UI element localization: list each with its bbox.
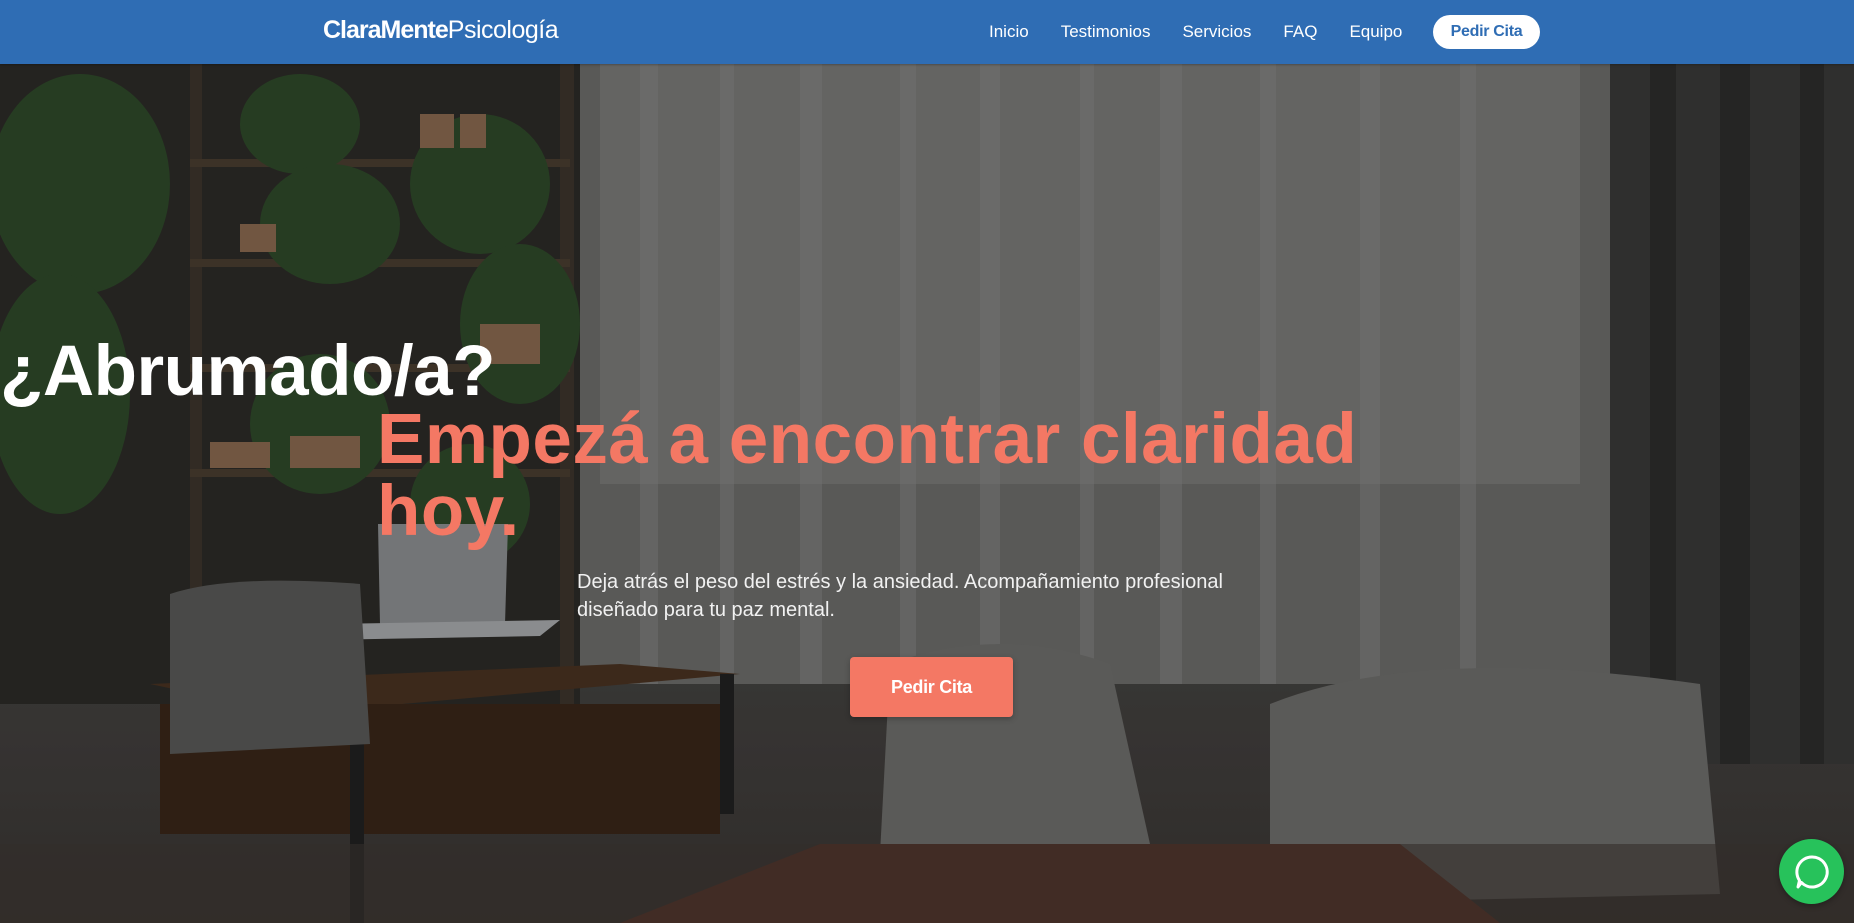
hero-section: ¿Abrumado/a? Empezá a encontrar claridad… [0,64,1854,923]
nav-link-faq[interactable]: FAQ [1283,20,1317,44]
hero-headline-accent: Empezá a encontrar claridad hoy. [377,400,1358,551]
whatsapp-chat-button[interactable] [1779,839,1844,904]
nav-link-servicios[interactable]: Servicios [1182,20,1251,44]
hero-book-appointment-button[interactable]: Pedir Cita [850,657,1013,717]
nav-link-equipo[interactable]: Equipo [1349,20,1402,44]
nav-book-appointment-button[interactable]: Pedir Cita [1433,15,1540,49]
brand-logo[interactable]: ClaraMente Psicología [323,16,559,48]
logo-light-text: Psicología [447,16,559,44]
main-nav: Inicio Testimonios Servicios FAQ Equipo [989,20,1434,44]
whatsapp-chat-icon [1794,854,1829,888]
nav-link-testimonios[interactable]: Testimonios [1061,20,1151,44]
logo-bold-text: ClaraMente [323,16,449,44]
nav-link-inicio[interactable]: Inicio [989,20,1029,44]
top-navbar: ClaraMente Psicología Inicio Testimonios … [0,0,1854,64]
hero-subtitle: Deja atrás el peso del estrés y la ansie… [577,571,1223,621]
